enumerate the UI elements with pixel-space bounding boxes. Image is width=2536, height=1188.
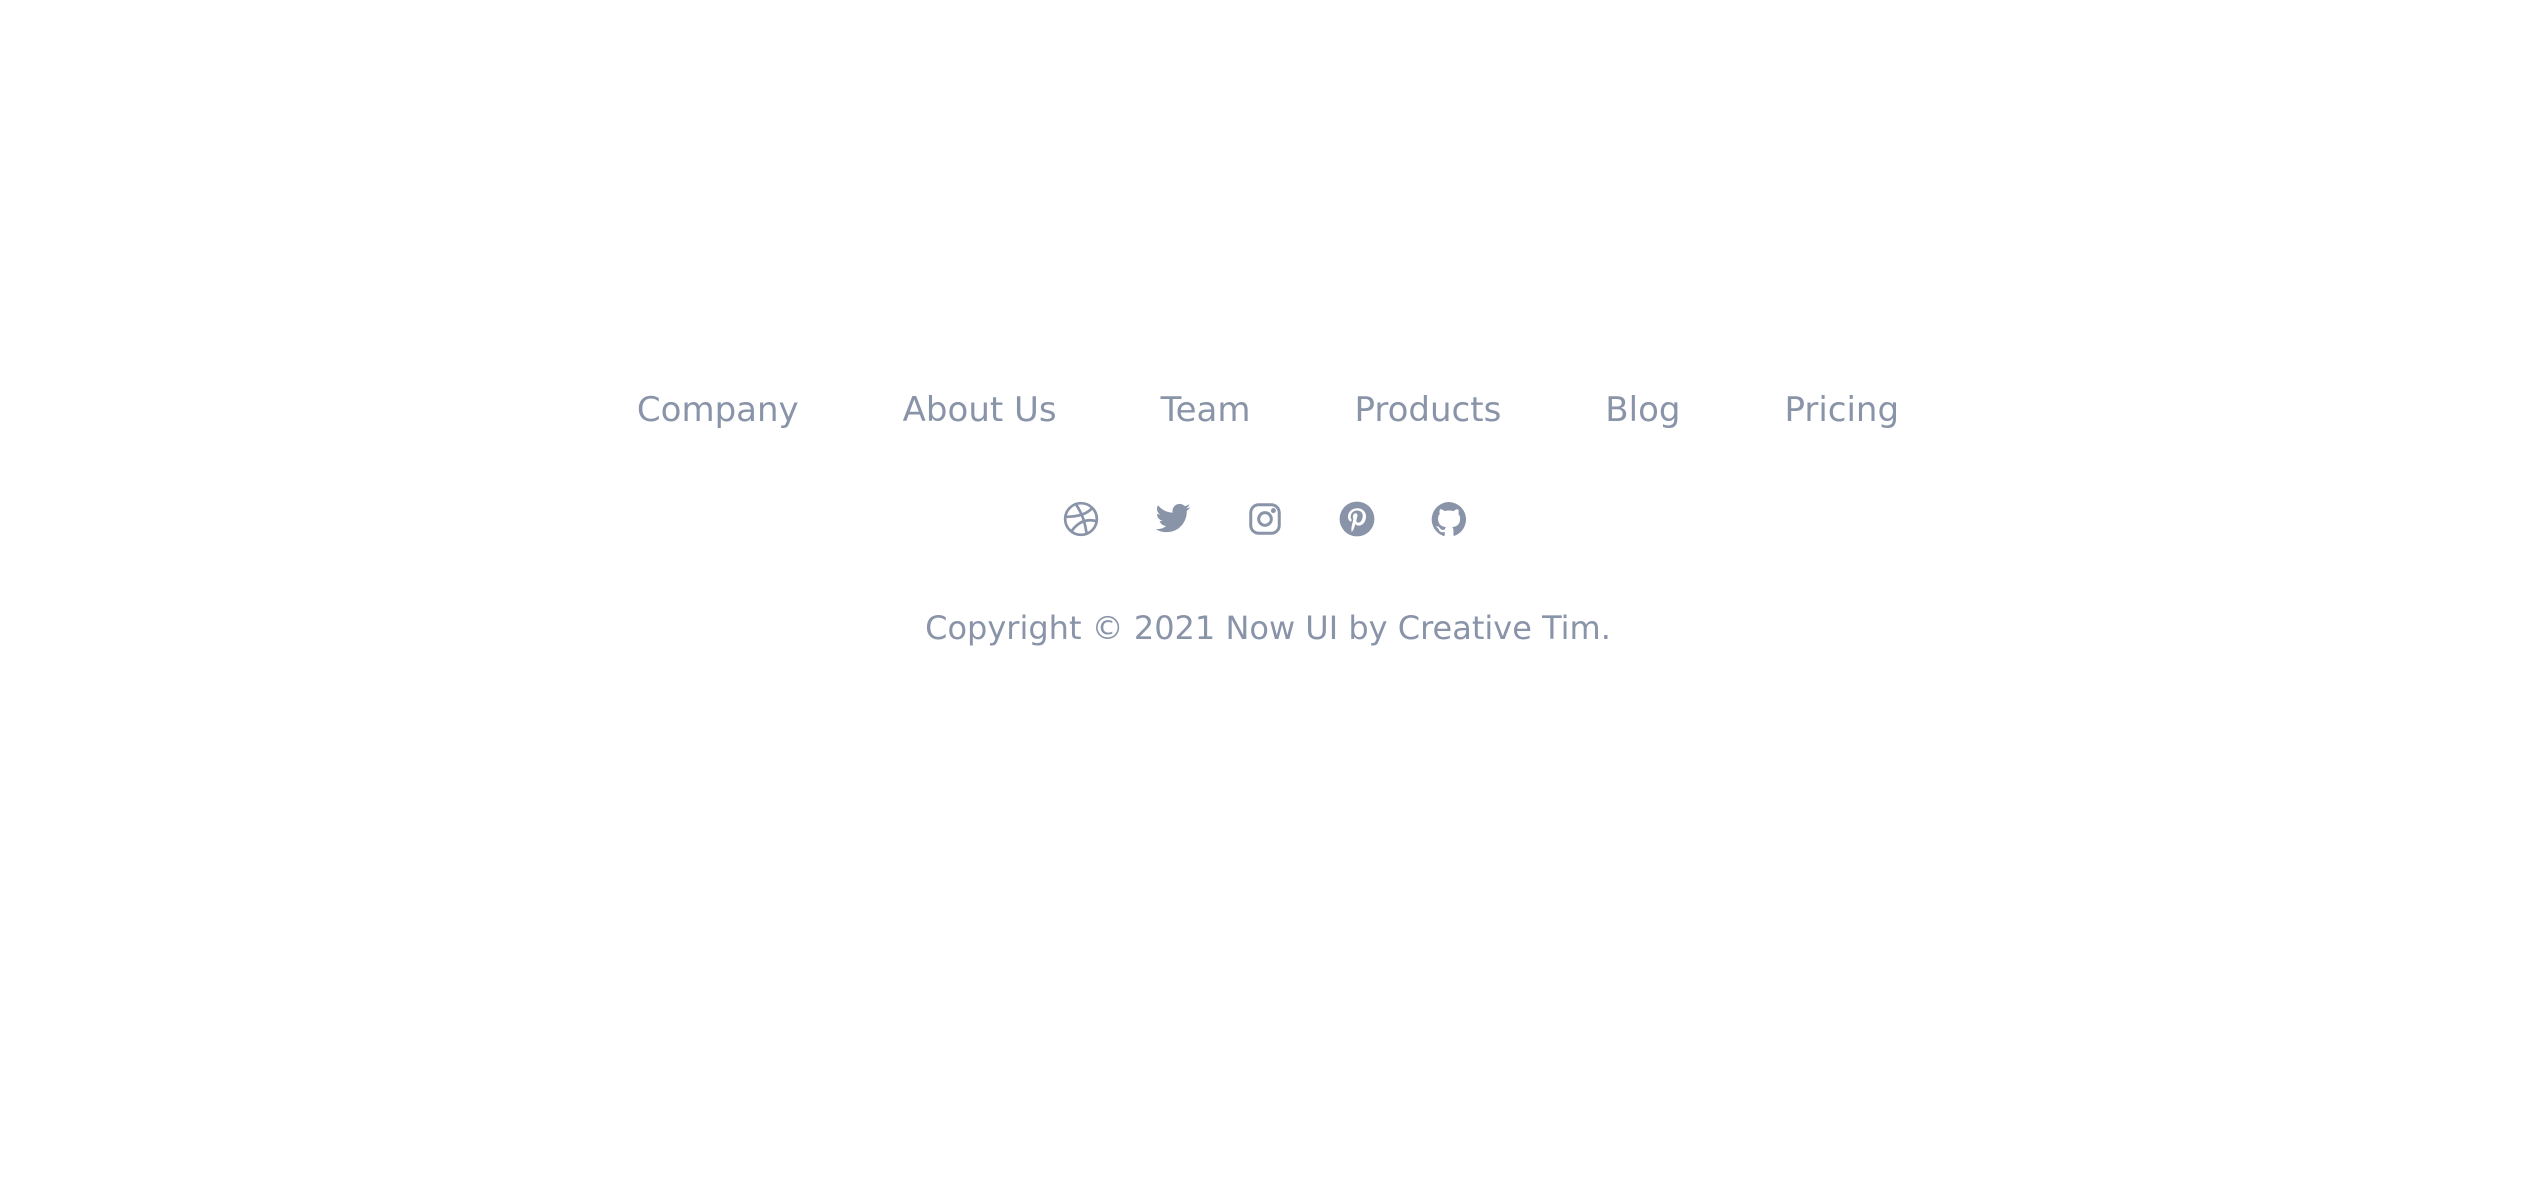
footer-link-blog[interactable]: Blog: [1605, 384, 1680, 436]
footer-link-products[interactable]: Products: [1354, 384, 1501, 436]
social-links: [0, 500, 2536, 538]
footer: Company About Us Team Products Blog Pric…: [0, 0, 2536, 1188]
footer-link-about-us[interactable]: About Us: [903, 384, 1057, 436]
footer-link-pricing[interactable]: Pricing: [1784, 384, 1899, 436]
github-icon[interactable]: [1430, 500, 1468, 538]
copyright-text: Copyright © 2021 Now UI by Creative Tim.: [925, 609, 1611, 647]
footer-link-team[interactable]: Team: [1161, 384, 1251, 436]
dribbble-icon[interactable]: [1062, 500, 1100, 538]
twitter-icon[interactable]: [1154, 500, 1192, 538]
instagram-icon[interactable]: [1246, 500, 1284, 538]
footer-link-company[interactable]: Company: [637, 384, 799, 436]
pinterest-icon[interactable]: [1338, 500, 1376, 538]
footer-nav: Company About Us Team Products Blog Pric…: [0, 384, 2536, 436]
